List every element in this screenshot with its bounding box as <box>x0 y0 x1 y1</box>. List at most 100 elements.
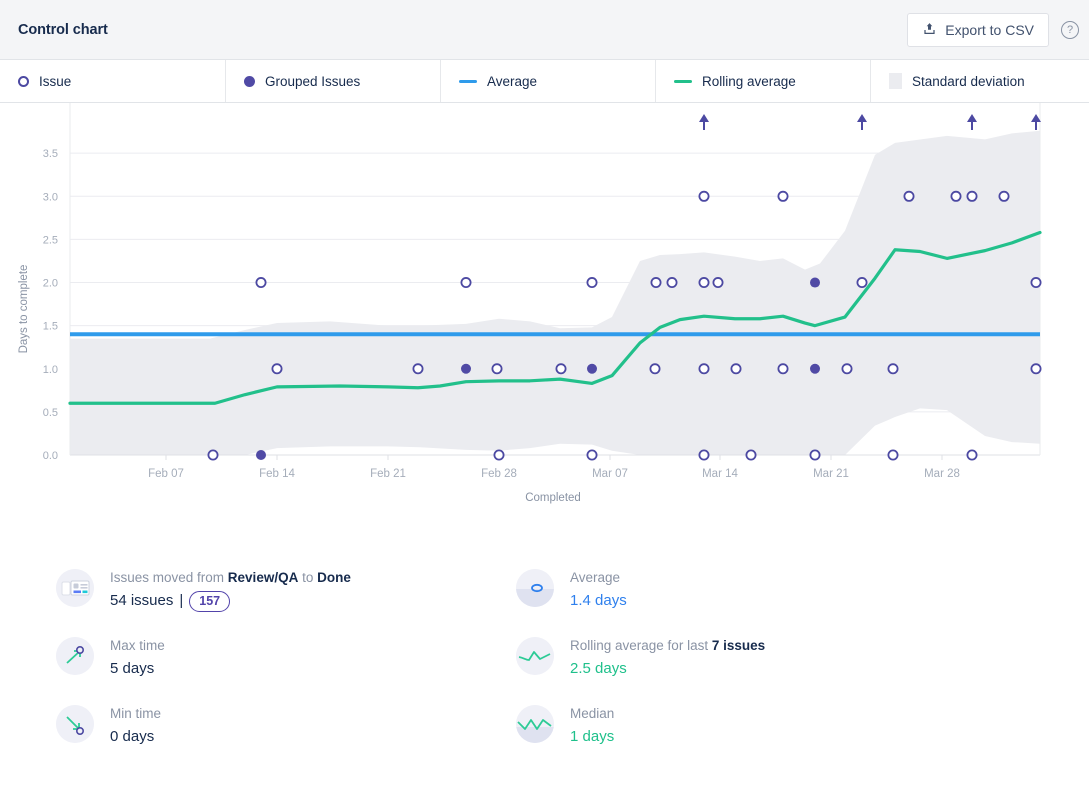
issue-marker[interactable] <box>903 190 915 202</box>
summary-text-average: Average 1.4 days <box>570 567 627 613</box>
issue-marker[interactable] <box>841 363 853 375</box>
issue-marker[interactable] <box>255 277 267 289</box>
summary-column-right: Average 1.4 days Rolling average for las… <box>500 567 1000 771</box>
issue-marker[interactable] <box>555 363 567 375</box>
y-axis-tick-label: 3.5 <box>43 148 58 160</box>
issue-marker[interactable] <box>207 449 219 461</box>
issue-marker[interactable] <box>712 277 724 289</box>
grouped-issues-marker[interactable] <box>587 363 597 374</box>
help-circle-icon[interactable]: ? <box>1061 20 1079 39</box>
issue-marker[interactable] <box>998 190 1010 202</box>
legend-label-grouped-issues: Grouped Issues <box>265 73 361 89</box>
issue-marker[interactable] <box>698 190 710 202</box>
issue-marker[interactable] <box>698 277 710 289</box>
summary-text-min-time: Min time 0 days <box>110 703 161 749</box>
summary-item-issues-moved: Issues moved from Review/QA to Done 54 i… <box>56 567 500 615</box>
issue-marker[interactable] <box>887 449 899 461</box>
y-axis-tick-label: 0.5 <box>43 407 58 419</box>
grouped-issues-marker[interactable] <box>256 450 266 460</box>
outlier-up-arrow-marker[interactable] <box>967 114 977 130</box>
summary-label-max-time: Max time <box>110 638 165 653</box>
issue-marker[interactable] <box>271 363 283 375</box>
issue-marker[interactable] <box>777 190 789 202</box>
issue-marker[interactable] <box>856 277 868 289</box>
x-axis-tick-label: Mar 21 <box>813 468 849 480</box>
chart-legend: Issue Grouped Issues Average Rolling ave… <box>0 60 1089 103</box>
x-axis-tick-label: Mar 28 <box>924 468 960 480</box>
legend-label-average: Average <box>487 73 538 89</box>
summary-value-rolling-average: 2.5 days <box>570 660 627 677</box>
line-marker-icon-average <box>459 79 477 83</box>
issue-marker[interactable] <box>698 449 710 461</box>
summary-label-average: Average <box>570 570 621 585</box>
y-axis-tick-label: 2.5 <box>43 234 58 246</box>
control-chart-panel: Control chart Export to CSV ? Issue Grou… <box>0 0 1089 805</box>
legend-item-average[interactable]: Average <box>441 60 656 102</box>
x-axis-tick-label: Feb 28 <box>481 468 517 480</box>
y-axis-tick-label: 1.0 <box>43 364 58 376</box>
issue-marker[interactable] <box>649 363 661 375</box>
issue-marker[interactable] <box>809 449 821 461</box>
issue-marker[interactable] <box>698 363 710 375</box>
issue-marker[interactable] <box>666 277 678 289</box>
x-axis-tick-label: Mar 14 <box>702 468 738 480</box>
legend-item-rolling-average[interactable]: Rolling average <box>656 60 871 102</box>
issue-marker[interactable] <box>586 277 598 289</box>
summary-value-average: 1.4 days <box>570 592 627 609</box>
issue-marker[interactable] <box>460 277 472 289</box>
summary-label-median: Median <box>570 706 615 721</box>
min-time-arrow-down-icon <box>56 705 94 743</box>
issue-marker[interactable] <box>950 190 962 202</box>
issue-marker[interactable] <box>650 277 662 289</box>
issue-marker[interactable] <box>1030 277 1042 289</box>
issue-marker[interactable] <box>887 363 899 375</box>
open-circle-marker-icon <box>18 75 29 87</box>
summary-text-median: Median 1 days <box>570 703 614 749</box>
chart-canvas[interactable]: 0.0 0.5 1.0 1.5 2.0 2.5 3.0 3.5 Feb 07 Feb 14 Feb … <box>0 103 1089 543</box>
issue-marker[interactable] <box>966 449 978 461</box>
issue-marker[interactable] <box>586 449 598 461</box>
median-sparkline-icon <box>516 705 554 743</box>
average-marker-icon <box>516 569 554 607</box>
summary-value-median: 1 days <box>570 728 615 745</box>
line-marker-icon-rolling <box>674 79 692 83</box>
area-swatch-icon <box>889 73 902 89</box>
summary-text-max-time: Max time 5 days <box>110 635 165 681</box>
issues-total-pill: 157 <box>189 590 231 612</box>
summary-text-rolling-average: Rolling average for last 7 issues 2.5 da… <box>570 635 765 681</box>
issue-marker[interactable] <box>491 363 503 375</box>
y-axis-tick-label: 1.5 <box>43 321 58 333</box>
x-axis-title: Completed <box>525 492 581 504</box>
issue-marker[interactable] <box>745 449 757 461</box>
issues-count: 54 issues <box>110 592 174 609</box>
y-axis-tick-label: 2.0 <box>43 278 58 290</box>
issue-marker[interactable] <box>493 449 505 461</box>
issue-marker[interactable] <box>730 363 742 375</box>
legend-item-grouped-issues[interactable]: Grouped Issues <box>226 60 441 102</box>
issue-marker[interactable] <box>1030 363 1042 375</box>
y-axis-title: Days to complete <box>18 265 30 354</box>
issues-moved-card-icon <box>56 569 94 607</box>
grouped-issues-marker[interactable] <box>810 363 820 374</box>
header-actions: Export to CSV ? <box>907 12 1079 47</box>
grouped-issues-marker[interactable] <box>461 363 471 374</box>
summary-value-issues-moved: 54 issues | 157 <box>110 589 351 613</box>
outlier-up-arrow-marker[interactable] <box>857 114 867 130</box>
legend-item-standard-deviation[interactable]: Standard deviation <box>871 60 1089 102</box>
y-axis-tick-label: 3.0 <box>43 191 58 203</box>
issue-marker[interactable] <box>412 363 424 375</box>
max-time-arrow-up-icon <box>56 637 94 675</box>
filled-circle-marker-icon <box>244 75 255 87</box>
grouped-issues-marker[interactable] <box>810 277 820 288</box>
standard-deviation-band <box>70 130 1040 455</box>
x-axis-tick-label: Feb 14 <box>259 468 295 480</box>
outlier-up-arrow-marker[interactable] <box>699 114 709 130</box>
summary-label-issues-moved: Issues moved from Review/QA to Done <box>110 570 351 585</box>
summary-text-issues-moved: Issues moved from Review/QA to Done 54 i… <box>110 567 351 613</box>
legend-item-issue[interactable]: Issue <box>0 60 226 102</box>
issue-marker[interactable] <box>966 190 978 202</box>
page-title: Control chart <box>18 21 108 38</box>
export-to-csv-button[interactable]: Export to CSV <box>907 12 1049 47</box>
chart-summary: Issues moved from Review/QA to Done 54 i… <box>0 543 1089 771</box>
issue-marker[interactable] <box>777 363 789 375</box>
